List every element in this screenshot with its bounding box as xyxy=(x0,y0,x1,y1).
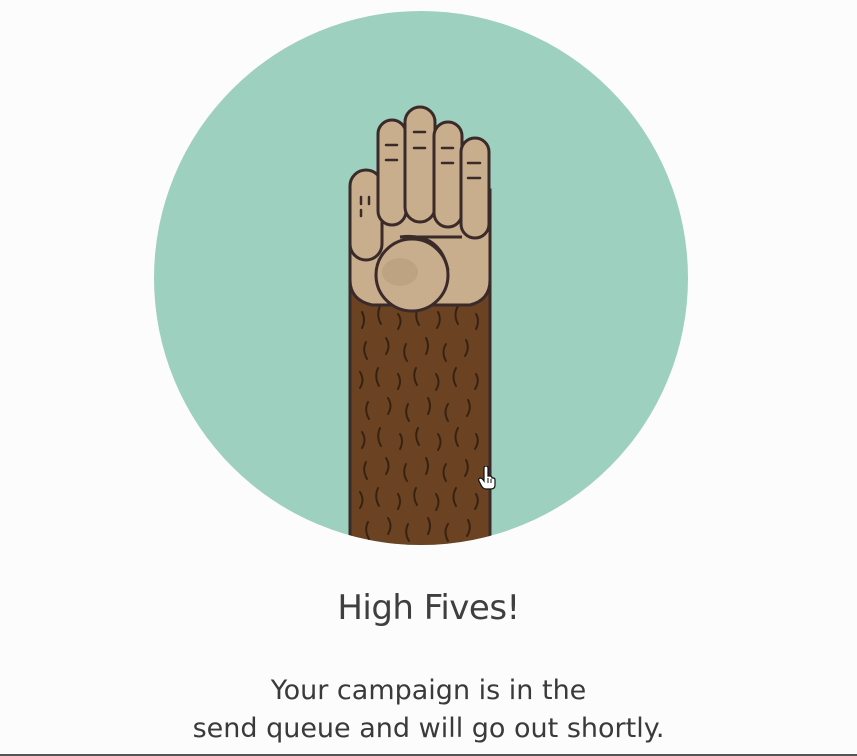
confirmation-headline: High Fives! xyxy=(337,588,520,628)
hand-little xyxy=(459,136,491,240)
confirmation-message-line-1: Your campaign is in the xyxy=(270,675,587,706)
high-five-hand-icon xyxy=(154,11,688,545)
hand-index xyxy=(376,118,408,227)
arm-fur xyxy=(348,278,492,545)
confirmation-message: Your campaign is in the send queue and w… xyxy=(0,672,857,748)
confirmation-message-line-2: send queue and will go out shortly. xyxy=(192,713,665,744)
hand-ring xyxy=(432,120,464,229)
hand-pointer-icon xyxy=(478,466,496,490)
campaign-confirmation-page: High Fives! Your campaign is in the send… xyxy=(0,0,857,756)
hand-middle xyxy=(403,105,437,224)
